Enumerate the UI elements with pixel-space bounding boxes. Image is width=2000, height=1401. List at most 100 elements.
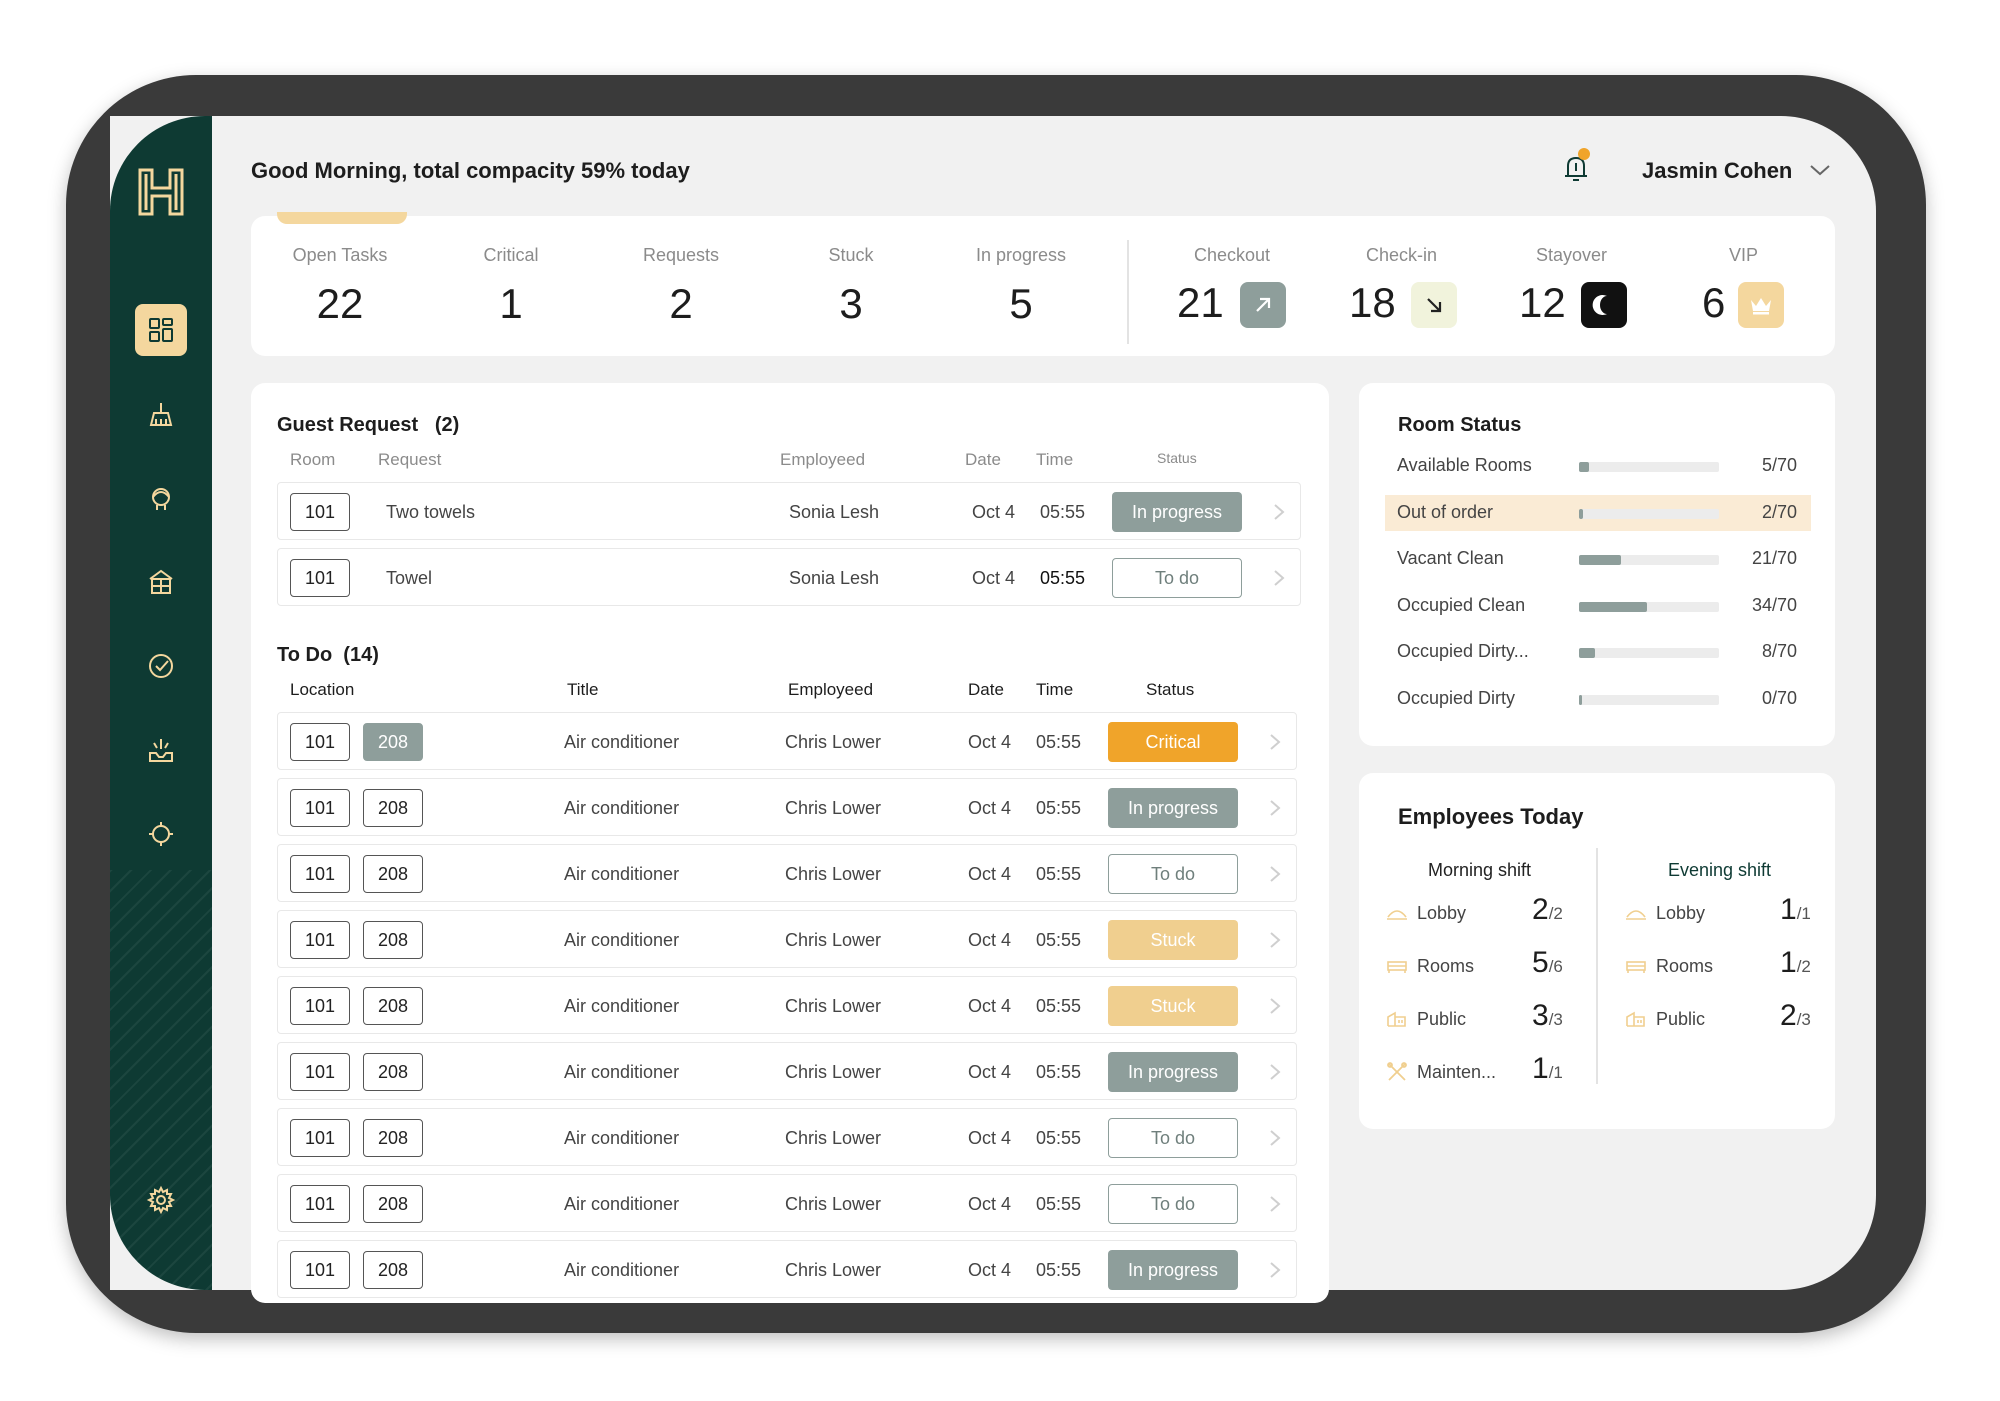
todo-row[interactable]: 101 208 Air conditioner Chris Lower Oct 4 05:… (277, 910, 1297, 968)
lobby-icon (1387, 910, 1407, 920)
status-badge[interactable]: To do (1108, 1184, 1238, 1224)
location-room[interactable]: 208 (363, 855, 423, 893)
status-badge[interactable]: To do (1108, 854, 1238, 894)
status-badge[interactable]: To do (1108, 1118, 1238, 1158)
location-building[interactable]: 101 (290, 987, 350, 1025)
location-building[interactable]: 101 (290, 1119, 350, 1157)
room-number[interactable]: 101 (290, 559, 350, 597)
location-room[interactable]: 208 (363, 1185, 423, 1223)
area-label: Mainten... (1417, 1062, 1497, 1082)
date-cell: Oct 4 (968, 863, 1012, 884)
status-badge[interactable]: Stuck (1108, 986, 1238, 1026)
gear-icon (146, 1185, 176, 1215)
stat-critical[interactable]: Critical 1 (441, 245, 581, 328)
chevron-right-icon[interactable] (1268, 798, 1282, 818)
employee-count-total: /2 (1796, 957, 1811, 976)
room-status-row[interactable]: Available Rooms 5/70 (1385, 448, 1811, 484)
employee-count: 1/1 (1532, 1052, 1563, 1086)
chevron-right-icon[interactable] (1268, 1062, 1282, 1082)
todo-row[interactable]: 101 208 Air conditioner Chris Lower Oct 4 05:… (277, 1108, 1297, 1166)
guest-request-row[interactable]: 101 Towel Sonia Lesh Oct 4 05:55 To do (277, 548, 1301, 606)
stat-open-tasks[interactable]: Open Tasks 22 (270, 245, 410, 328)
time-cell: 05:55 (1040, 567, 1086, 588)
room-status-row[interactable]: Vacant Clean 21/70 (1385, 541, 1811, 577)
location-room[interactable]: 208 (363, 789, 423, 827)
location-room[interactable]: 208 (363, 1119, 423, 1157)
sidebar-item-dashboard[interactable] (135, 304, 187, 356)
location-building[interactable]: 101 (290, 855, 350, 893)
sidebar-item-tasks[interactable] (135, 640, 187, 692)
employee-shift-row[interactable]: Public 2/3 (1624, 999, 1844, 1039)
stat-stuck[interactable]: Stuck 3 (781, 245, 921, 328)
time-cell: 05:55 (1036, 1127, 1082, 1148)
chevron-right-icon[interactable] (1268, 732, 1282, 752)
chevron-right-icon[interactable] (1268, 864, 1282, 884)
chevron-down-icon[interactable] (1808, 160, 1832, 180)
employee-shift-row[interactable]: Rooms 1/2 (1624, 946, 1844, 986)
employee-shift-row[interactable]: Lobby 1/1 (1624, 893, 1844, 933)
todo-row[interactable]: 101 208 Air conditioner Chris Lower Oct 4 05:… (277, 844, 1297, 902)
location-room[interactable]: 208 (363, 1053, 423, 1091)
room-status-label: Out of order (1397, 501, 1494, 522)
chevron-right-icon[interactable] (1272, 502, 1286, 522)
stat-label: VIP (1729, 245, 1759, 265)
todo-row[interactable]: 101 208 Air conditioner Chris Lower Oct 4 05:… (277, 778, 1297, 836)
sidebar-item-building[interactable] (135, 556, 187, 608)
location-building[interactable]: 101 (290, 723, 350, 761)
todo-row[interactable]: 101 208 Air conditioner Chris Lower Oct 4 05:… (277, 1240, 1297, 1298)
room-status-bar (1579, 508, 1719, 519)
chevron-right-icon[interactable] (1268, 1128, 1282, 1148)
location-room[interactable]: 208 (363, 1251, 423, 1289)
stat-in-progress[interactable]: In progress 5 (951, 245, 1091, 328)
status-badge[interactable]: In progress (1108, 788, 1238, 828)
guest-request-row[interactable]: 101 Two towels Sonia Lesh Oct 4 05:55 In prog… (277, 482, 1301, 540)
sidebar-item-concierge[interactable] (135, 472, 187, 524)
time-cell: 05:55 (1036, 995, 1082, 1016)
evening-shift-title: Evening shift (1668, 860, 1772, 880)
location-building[interactable]: 101 (290, 789, 350, 827)
todo-row[interactable]: 101 208 Air conditioner Chris Lower Oct 4 05:… (277, 712, 1297, 770)
chevron-right-icon[interactable] (1268, 1260, 1282, 1280)
col-employed: Employeed (788, 680, 874, 699)
status-badge[interactable]: To do (1112, 558, 1242, 598)
todo-row[interactable]: 101 208 Air conditioner Chris Lower Oct 4 05:… (277, 1174, 1297, 1232)
status-badge[interactable]: In progress (1108, 1052, 1238, 1092)
stat-label: Check-in (1366, 245, 1438, 265)
employee-shift-row[interactable]: Lobby 2/2 (1385, 893, 1605, 933)
location-building[interactable]: 101 (290, 1053, 350, 1091)
status-badge[interactable]: In progress (1108, 1250, 1238, 1290)
chevron-right-icon[interactable] (1268, 996, 1282, 1016)
date-cell: Oct 4 (972, 567, 1016, 588)
status-badge[interactable]: In progress (1112, 492, 1242, 532)
time-cell: 05:55 (1036, 1259, 1082, 1280)
todo-row[interactable]: 101 208 Air conditioner Chris Lower Oct 4 05:… (277, 1042, 1297, 1100)
location-building[interactable]: 101 (290, 1251, 350, 1289)
status-badge[interactable]: Stuck (1108, 920, 1238, 960)
location-room[interactable]: 208 (363, 921, 423, 959)
employee-shift-row[interactable]: Public 3/3 (1385, 999, 1605, 1039)
room-number[interactable]: 101 (290, 493, 350, 531)
employee-name: Chris Lower (785, 1259, 882, 1280)
stat-requests[interactable]: Requests 2 (611, 245, 751, 328)
sidebar-item-cleaning[interactable] (135, 388, 187, 440)
location-building[interactable]: 101 (290, 1185, 350, 1223)
room-status-row[interactable]: Occupied Clean 34/70 (1385, 588, 1811, 624)
room-status-row[interactable]: Occupied Dirty 0/70 (1385, 681, 1811, 717)
user-name[interactable]: Jasmin Cohen (1642, 158, 1792, 184)
room-status-row[interactable]: Out of order 2/70 (1385, 494, 1811, 531)
status-badge[interactable]: Critical (1108, 722, 1238, 762)
employee-shift-row[interactable]: Rooms 5/6 (1385, 946, 1605, 986)
sidebar-item-target[interactable] (135, 808, 187, 860)
location-room[interactable]: 208 (363, 987, 423, 1025)
chevron-right-icon[interactable] (1268, 1194, 1282, 1214)
sidebar-item-settings[interactable] (135, 1174, 187, 1226)
chevron-right-icon[interactable] (1272, 568, 1286, 588)
stat-value: 18 (1349, 279, 1396, 326)
room-status-row[interactable]: Occupied Dirty... 8/70 (1385, 634, 1811, 670)
chevron-right-icon[interactable] (1268, 930, 1282, 950)
location-building[interactable]: 101 (290, 921, 350, 959)
todo-row[interactable]: 101 208 Air conditioner Chris Lower Oct 4 05:… (277, 976, 1297, 1034)
employee-shift-row[interactable]: Mainten... 1/1 (1385, 1052, 1605, 1092)
sidebar-item-tray[interactable] (135, 724, 187, 776)
location-room[interactable]: 208 (363, 723, 423, 761)
